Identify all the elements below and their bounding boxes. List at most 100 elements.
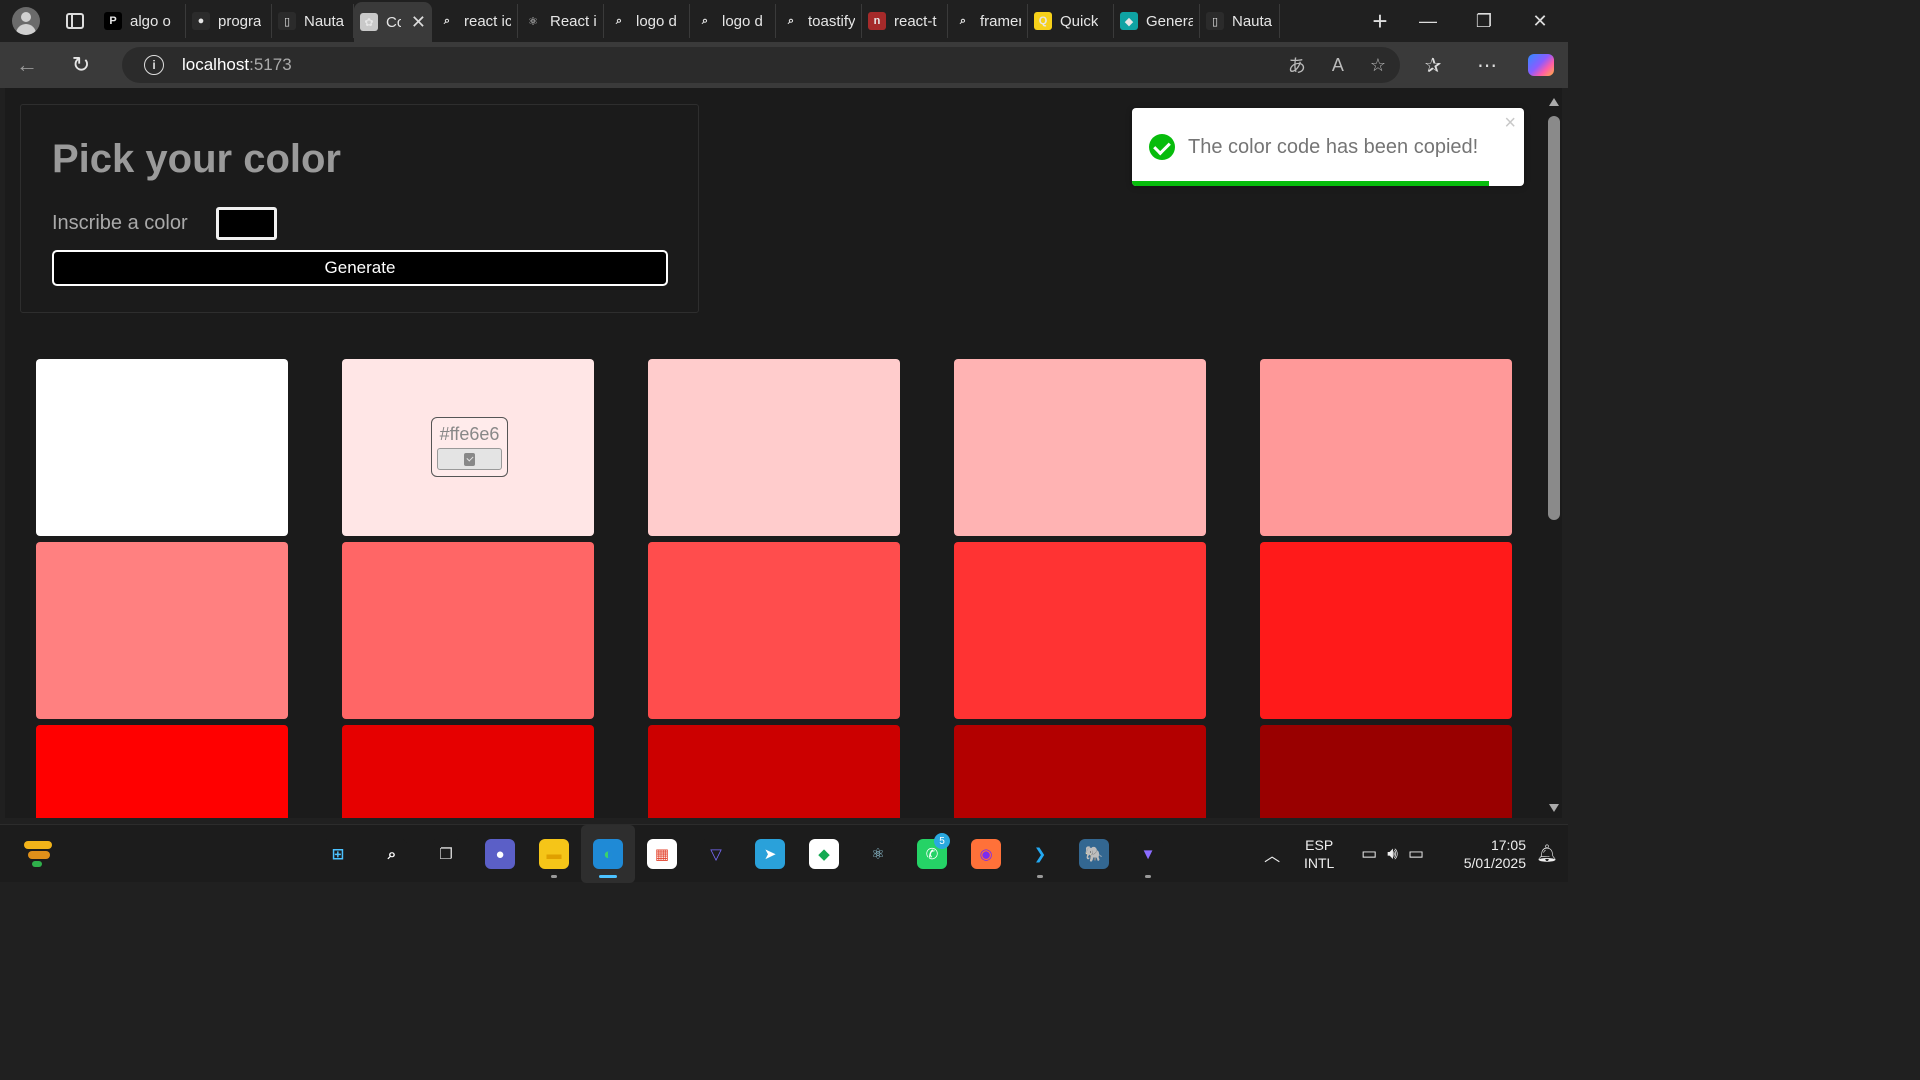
browser-tab[interactable]: Palgo o <box>98 4 186 38</box>
back-button[interactable]: ← <box>0 42 54 88</box>
taskbar-firefox-button[interactable]: ◉ <box>959 825 1013 883</box>
color-input-label: Inscribe a color <box>52 212 188 234</box>
tab-label: react ic <box>464 12 511 30</box>
color-swatch[interactable] <box>648 542 900 719</box>
quick-settings-button[interactable]: ▭ 🔊︎ ▭ <box>1349 844 1436 864</box>
tab-label: Nauta <box>1232 12 1273 30</box>
color-swatch[interactable] <box>648 725 900 818</box>
browser-tab[interactable]: ✿ Cc ✕ <box>354 2 432 42</box>
color-swatch[interactable] <box>648 359 900 536</box>
taskbar-task-view-button[interactable]: ❐ <box>419 825 473 883</box>
taskbar-file-explorer-button[interactable]: ▬ <box>527 825 581 883</box>
refresh-icon: ↻ <box>71 52 91 77</box>
new-tab-button[interactable]: + <box>1360 0 1400 42</box>
taskbar-vite-tool-button[interactable]: ▼ <box>1121 825 1175 883</box>
browser-tab[interactable]: Q Quick <box>1028 4 1114 38</box>
clipboard-check-icon <box>464 452 475 466</box>
search-icon: ⌕ <box>377 839 407 869</box>
color-swatch[interactable] <box>36 542 288 719</box>
tab-label: progra <box>218 12 262 30</box>
color-swatch[interactable] <box>36 725 288 818</box>
store-icon: ▦ <box>647 839 677 869</box>
tab-actions-button[interactable] <box>52 0 98 42</box>
close-tab-icon[interactable]: ✕ <box>411 12 426 33</box>
scrollbar-thumb[interactable] <box>1548 116 1560 520</box>
toast-notification: The color code has been copied! × <box>1132 108 1524 186</box>
taskbar-chat-button[interactable]: ● <box>473 825 527 883</box>
taskbar-whatsapp-button[interactable]: ✆ 5 <box>905 825 959 883</box>
read-aloud-icon[interactable]: A <box>1332 55 1344 76</box>
tab-favicon-icon: Q <box>1034 12 1052 30</box>
color-swatch[interactable] <box>1260 725 1512 818</box>
more-button[interactable]: ⋯ <box>1460 42 1514 88</box>
taskbar-proton-vpn-button[interactable]: ▽ <box>689 825 743 883</box>
tab-favicon-icon: ⌕ <box>954 12 972 30</box>
refresh-button[interactable]: ↻ <box>54 42 108 88</box>
vertical-scrollbar[interactable] <box>1546 88 1562 818</box>
tab-label: logo d <box>636 12 677 30</box>
browser-tab[interactable]: ▯ Nauta <box>272 4 354 38</box>
taskbar-telegram-button[interactable]: ➤ <box>743 825 797 883</box>
browser-tab[interactable]: ⌕ logo d <box>690 4 776 38</box>
taskbar-mongodb-compass-button[interactable]: ◆ <box>797 825 851 883</box>
browser-tab[interactable]: ▯ Nauta <box>1200 4 1280 38</box>
clock-button[interactable]: 17:05 5/01/2025 <box>1436 836 1526 872</box>
site-info-icon[interactable]: i <box>144 55 164 75</box>
taskbar-postgresql-button[interactable]: 🐘 <box>1067 825 1121 883</box>
start-icon: ⊞ <box>323 839 353 869</box>
browser-tab[interactable]: ⌕ react ic <box>432 4 518 38</box>
profile-button[interactable] <box>0 0 52 42</box>
tab-favicon-icon: ● <box>192 12 210 30</box>
color-swatch[interactable] <box>36 359 288 536</box>
color-input[interactable] <box>216 207 277 240</box>
browser-tab[interactable]: ⌕ framer <box>948 4 1028 38</box>
tab-label: algo o <box>130 12 171 30</box>
browser-tab[interactable]: n react-t <box>862 4 948 38</box>
show-hidden-icons-button[interactable]: ︿ <box>1255 842 1289 866</box>
taskbar-store-button[interactable]: ▦ <box>635 825 689 883</box>
color-swatch[interactable] <box>954 725 1206 818</box>
telegram-icon: ➤ <box>755 839 785 869</box>
taskbar-search-button[interactable]: ⌕ <box>365 825 419 883</box>
address-bar[interactable]: i localhost:5173 あ A ☆ <box>122 47 1400 83</box>
color-swatch[interactable] <box>342 725 594 818</box>
taskbar-vscode-button[interactable]: ❯ <box>1013 825 1067 883</box>
task-view-icon: ❐ <box>431 839 461 869</box>
browser-tab[interactable]: ◆ Genera <box>1114 4 1200 38</box>
system-tray: ︿ ESP INTL ▭ 🔊︎ ▭ 17:05 5/01/2025 🔔︎ <box>1255 825 1568 883</box>
scroll-down-arrow-icon[interactable] <box>1549 804 1559 812</box>
input-language-button[interactable]: ESP INTL <box>1289 836 1349 872</box>
color-swatch[interactable]: #ffe6e6 <box>342 359 594 536</box>
color-swatch[interactable] <box>1260 542 1512 719</box>
restore-button[interactable]: ❐ <box>1456 0 1512 42</box>
minimize-button[interactable]: — <box>1400 0 1456 42</box>
notification-badge: 5 <box>934 833 950 849</box>
tab-favicon-icon: ⌕ <box>610 12 628 30</box>
browser-tab[interactable]: ⌕ toastify <box>776 4 862 38</box>
copy-button[interactable] <box>437 448 502 470</box>
taskbar-start-button[interactable]: ⊞ <box>311 825 365 883</box>
toast-close-button[interactable]: × <box>1504 112 1516 135</box>
taskbar-electron-app-button[interactable]: ⚛ <box>851 825 905 883</box>
browser-tab[interactable]: ⚛ React i <box>518 4 604 38</box>
tab-label: Cc <box>386 13 401 31</box>
color-swatch[interactable] <box>954 542 1206 719</box>
favorites-button[interactable]: ✰ <box>1406 42 1460 88</box>
minimize-icon: — <box>1419 10 1437 31</box>
favorite-star-icon[interactable]: ☆ <box>1370 55 1386 76</box>
tab-label: Genera <box>1146 12 1193 30</box>
close-window-button[interactable]: ✕ <box>1512 0 1568 42</box>
color-swatch[interactable] <box>1260 359 1512 536</box>
scroll-up-arrow-icon[interactable] <box>1549 98 1559 106</box>
widgets-button[interactable] <box>22 837 54 869</box>
color-swatch[interactable] <box>954 359 1206 536</box>
browser-tab[interactable]: ⌕ logo d <box>604 4 690 38</box>
plus-icon: + <box>1372 5 1388 36</box>
taskbar-edge-button[interactable]: ◐ <box>581 825 635 883</box>
notifications-bell-icon[interactable]: 🔔︎ <box>1526 844 1568 864</box>
browser-tab[interactable]: ● progra <box>186 4 272 38</box>
generate-button[interactable]: Generate <box>52 250 668 286</box>
translate-icon[interactable]: あ <box>1288 52 1306 78</box>
color-swatch[interactable] <box>342 542 594 719</box>
copilot-button[interactable] <box>1514 42 1568 88</box>
